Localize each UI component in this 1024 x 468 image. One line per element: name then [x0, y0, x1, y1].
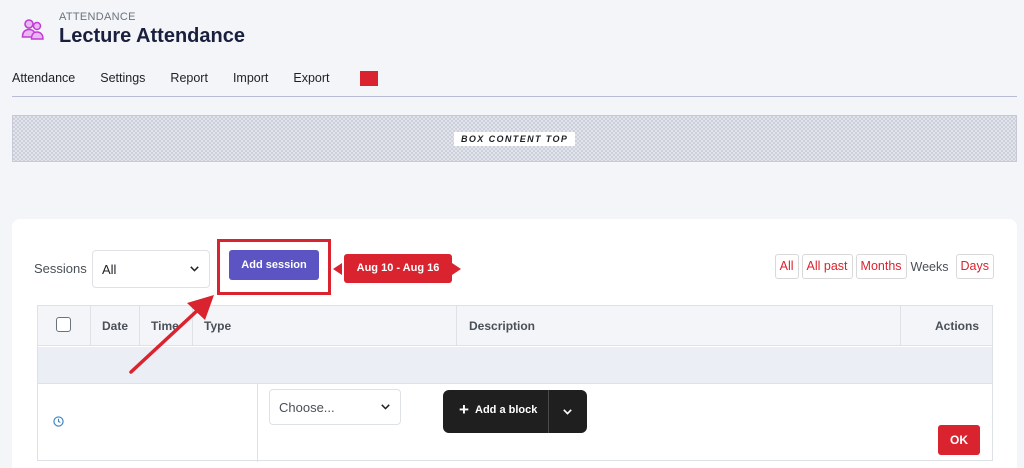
column-divider: [456, 306, 457, 346]
column-divider: [90, 306, 91, 346]
filter-all[interactable]: All: [774, 254, 799, 279]
add-block-divider: [548, 390, 549, 433]
nav-red-marker[interactable]: [359, 70, 378, 86]
nav-import[interactable]: Import: [233, 71, 268, 85]
column-divider: [139, 306, 140, 346]
page-kicker: ATTENDANCE: [59, 11, 136, 23]
table-row: [38, 347, 992, 384]
sessions-select[interactable]: All: [92, 250, 210, 288]
select-all-checkbox[interactable]: [56, 317, 71, 332]
ok-button[interactable]: OK: [938, 425, 980, 455]
filter-months[interactable]: Months: [855, 254, 907, 279]
filter-weeks[interactable]: Weeks: [911, 260, 949, 274]
session-type-select[interactable]: Choose...: [269, 389, 401, 425]
chevron-down-icon[interactable]: [563, 409, 572, 415]
chevron-down-icon: [381, 404, 390, 410]
nav-report[interactable]: Report: [170, 71, 208, 85]
box-content-top-label: BOX CONTENT TOP: [454, 132, 576, 146]
sessions-select-value: All: [102, 262, 117, 277]
date-range-label: Aug 10 - Aug 16: [344, 254, 452, 283]
column-divider: [900, 306, 901, 346]
column-date[interactable]: Date: [102, 306, 128, 346]
add-block-button[interactable]: + Add a block: [443, 390, 587, 433]
sessions-table: Date Time Type Description Actions Choos…: [37, 305, 993, 462]
nav-settings[interactable]: Settings: [100, 71, 145, 85]
column-divider: [192, 306, 193, 346]
sessions-label: Sessions: [34, 261, 87, 276]
filter-days[interactable]: Days: [955, 254, 994, 279]
column-time[interactable]: Time: [151, 306, 179, 346]
nav-attendance[interactable]: Attendance: [12, 71, 75, 85]
session-type-placeholder: Choose...: [279, 400, 335, 415]
date-range-next-arrow[interactable]: [452, 263, 461, 275]
secondary-nav: Attendance Settings Report Import Export: [12, 70, 378, 86]
nav-export[interactable]: Export: [293, 71, 329, 85]
nav-divider: [12, 96, 1017, 97]
column-description[interactable]: Description: [469, 306, 535, 346]
column-actions: Actions: [934, 319, 979, 333]
plus-icon: +: [459, 400, 469, 419]
attendance-people-icon: [21, 19, 44, 40]
add-session-button[interactable]: Add session: [229, 250, 319, 280]
clock-icon: [53, 416, 64, 427]
view-filters: All All past Months Weeks Days: [772, 254, 994, 279]
table-header-row: Date Time Type Description Actions: [38, 306, 992, 346]
add-block-label: Add a block: [475, 404, 538, 416]
date-range-prev-arrow[interactable]: [333, 263, 342, 275]
page-title: Lecture Attendance: [59, 25, 245, 47]
column-divider: [257, 384, 258, 462]
chevron-down-icon: [190, 266, 199, 272]
filter-all-past[interactable]: All past: [801, 254, 853, 279]
column-type[interactable]: Type: [204, 306, 231, 346]
